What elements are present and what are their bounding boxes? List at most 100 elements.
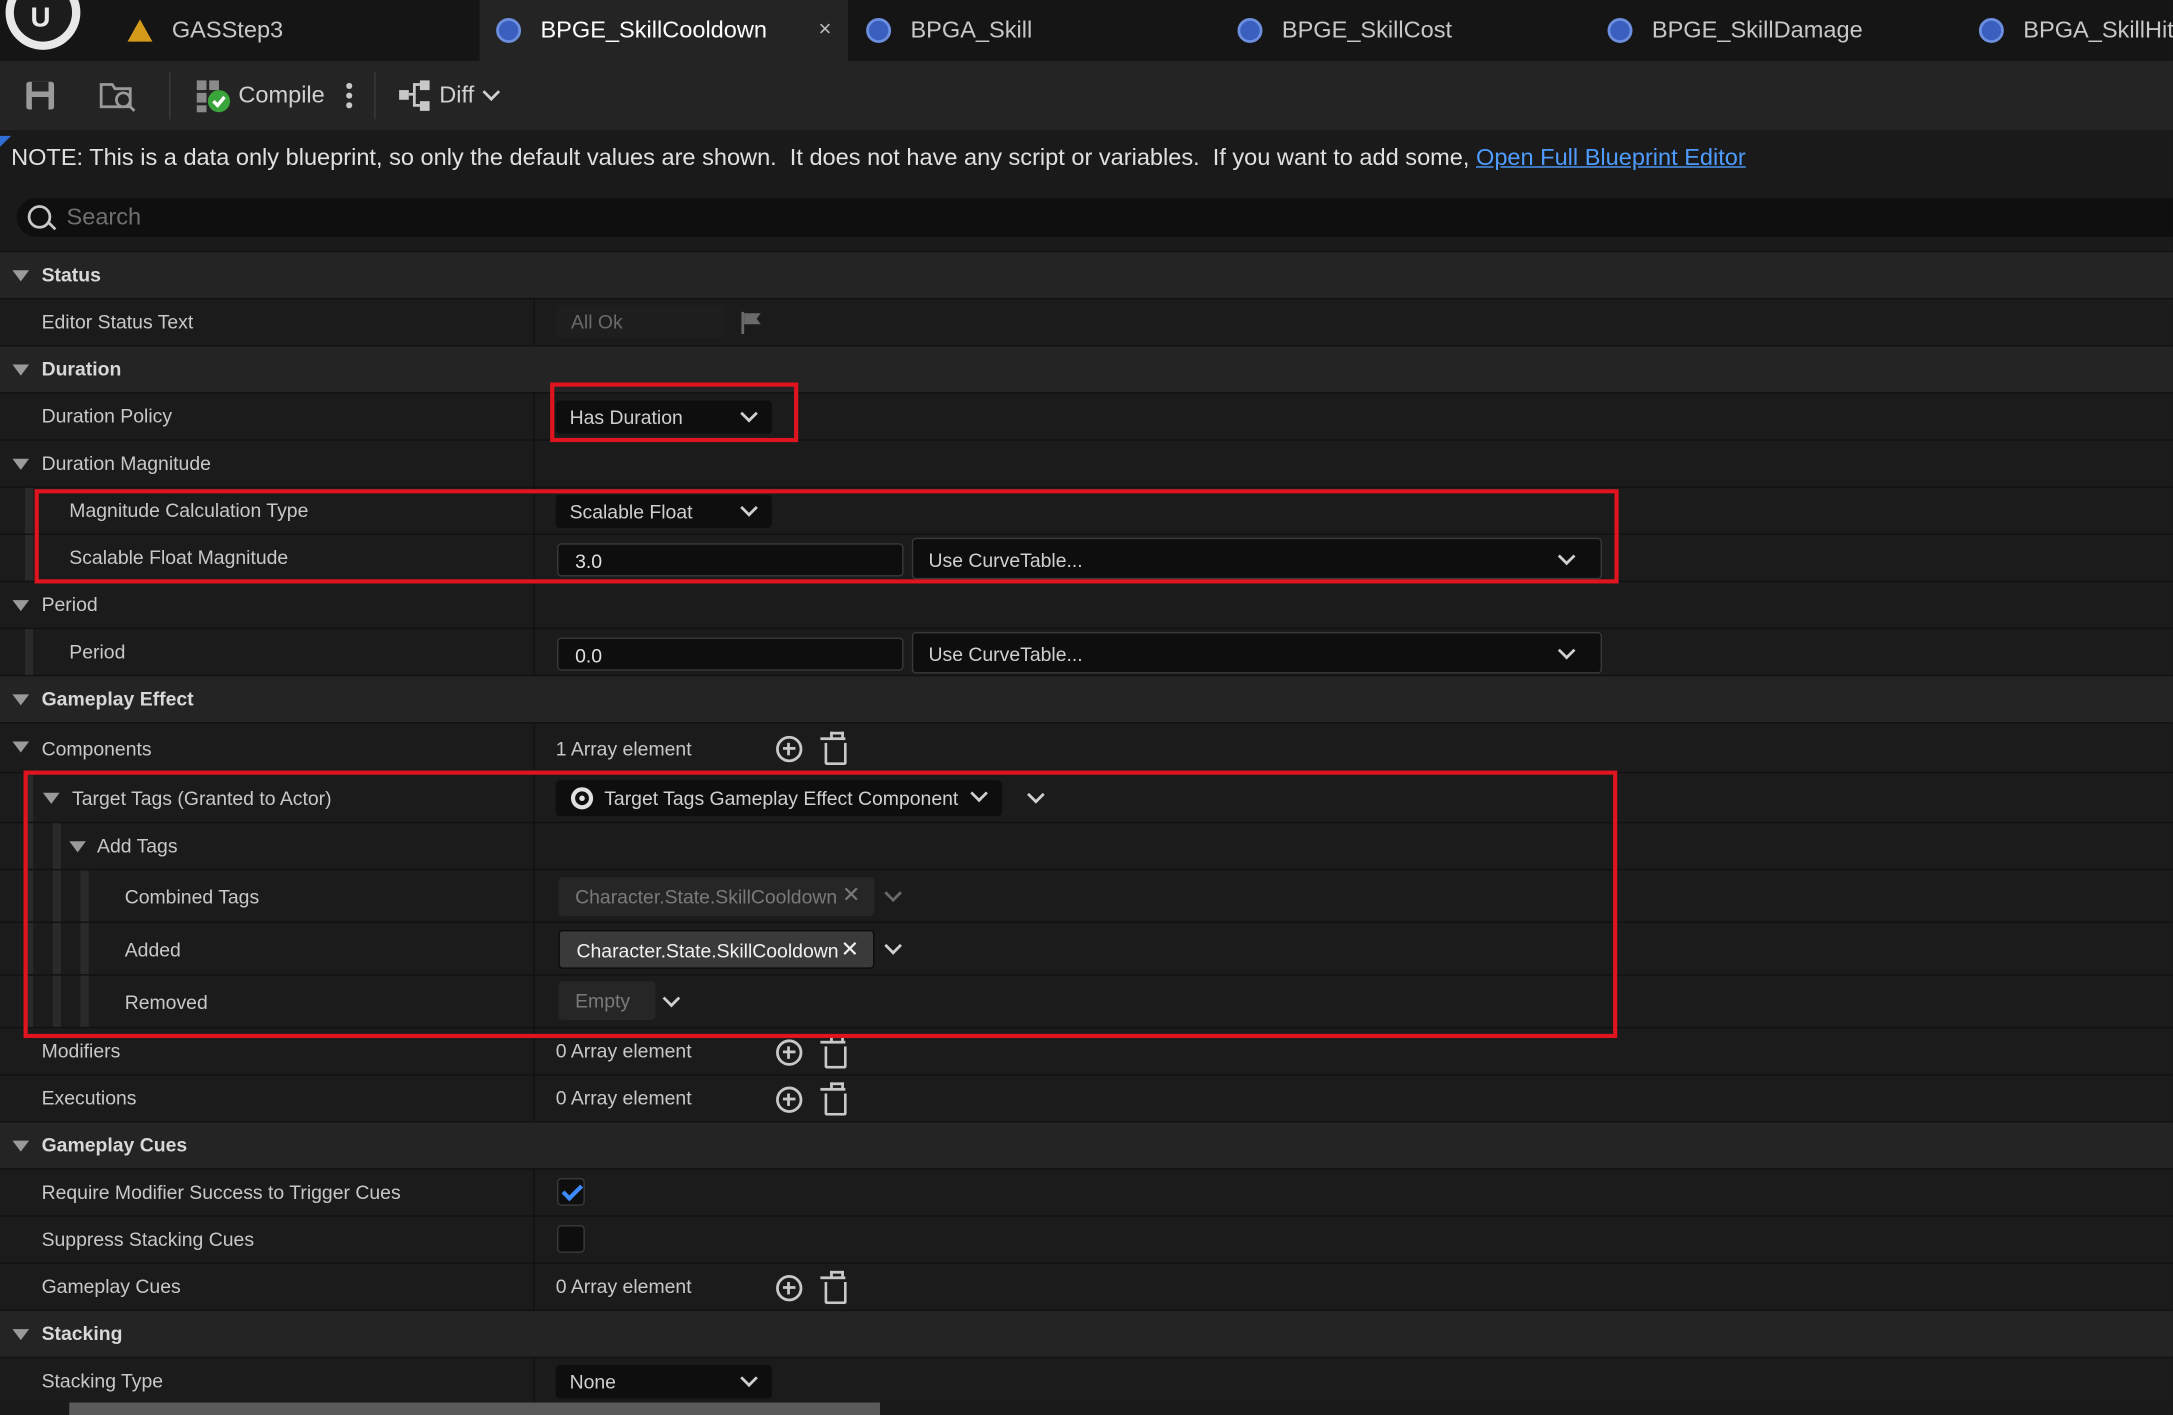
chevron-down-icon[interactable]	[884, 937, 902, 955]
period-input[interactable]: 0.0	[557, 637, 904, 671]
magnitude-calc-type-dropdown[interactable]: Scalable Float	[555, 494, 772, 529]
category-duration[interactable]: Duration	[0, 345, 2173, 393]
diff-button[interactable]: Diff	[396, 61, 501, 130]
array-count: 1 Array element	[555, 737, 692, 760]
require-modifier-checkbox[interactable]	[557, 1178, 585, 1206]
compile-button[interactable]: Compile	[194, 61, 325, 130]
tab-gasstep3[interactable]: GASStep3	[108, 0, 479, 61]
flag-icon[interactable]	[739, 310, 764, 335]
unreal-logo-icon[interactable]: U	[5, 0, 81, 50]
stacking-type-dropdown[interactable]: None	[555, 1365, 772, 1399]
browse-button[interactable]	[97, 61, 139, 130]
column-divider	[533, 870, 535, 922]
component-class-dropdown[interactable]: Target Tags Gameplay Effect Component	[555, 780, 1002, 817]
trash-icon[interactable]	[820, 1270, 847, 1305]
prop-label: Period	[69, 640, 126, 663]
level-warning-icon	[127, 19, 153, 42]
duration-policy-dropdown[interactable]: Has Duration	[555, 400, 772, 434]
prop-editor-status-text: Editor Status Text All Ok	[0, 297, 2173, 346]
save-button[interactable]	[22, 61, 58, 130]
added-tag-chip[interactable]: Character.State.SkillCooldown ✕	[558, 929, 875, 970]
category-gameplay-effect[interactable]: Gameplay Effect	[0, 674, 2173, 723]
blueprint-icon	[1237, 18, 1263, 43]
prop-stacking-type: Stacking Type None	[0, 1356, 2173, 1404]
open-full-editor-link[interactable]: Open Full Blueprint Editor	[1476, 144, 1746, 170]
prop-label: Period	[41, 593, 98, 616]
trash-icon[interactable]	[820, 731, 847, 766]
tab-label: BPGA_Skill	[910, 16, 1033, 43]
curve-table-dropdown[interactable]: Use CurveTable...	[911, 631, 1602, 674]
category-label: Status	[41, 263, 101, 286]
category-gameplay-cues[interactable]: Gameplay Cues	[0, 1121, 2173, 1169]
prop-scalable-float-magnitude: Scalable Float Magnitude 3.0 Use CurveTa…	[0, 533, 2173, 581]
column-divider	[533, 629, 535, 675]
more-options-icon	[346, 82, 353, 109]
search-input[interactable]: Search	[16, 198, 2173, 237]
note-text: NOTE: This is a data only blueprint, so …	[11, 144, 1477, 171]
chevron-down-icon[interactable]	[1027, 785, 1045, 804]
prop-gameplay-cues: Gameplay Cues 0 Array element	[0, 1262, 2173, 1310]
add-element-icon[interactable]	[776, 735, 803, 763]
toolbar: Compile Diff	[0, 60, 2173, 131]
collapse-arrow-icon	[12, 458, 30, 470]
column-divider	[533, 923, 535, 975]
compile-icon	[196, 80, 231, 113]
add-element-icon[interactable]	[776, 1275, 803, 1302]
prop-duration-magnitude[interactable]: Duration Magnitude	[0, 439, 2173, 487]
tab-bpga-skillhit[interactable]: BPGA_SkillHit	[1962, 0, 2173, 61]
dropdown-value: Scalable Float	[569, 500, 693, 523]
collapse-arrow-icon	[42, 792, 60, 804]
prop-label: Scalable Float Magnitude	[69, 546, 289, 569]
suppress-stacking-checkbox[interactable]	[557, 1225, 585, 1253]
category-status[interactable]: Status	[0, 250, 2173, 298]
indent-guide	[24, 534, 34, 581]
horizontal-scrollbar[interactable]	[69, 1402, 880, 1415]
close-icon[interactable]: ×	[819, 18, 832, 43]
prop-modifiers: Modifiers 0 Array element	[0, 1026, 2173, 1075]
prop-label: Components	[41, 737, 152, 760]
prop-target-tags[interactable]: Target Tags (Granted to Actor) Target Ta…	[0, 771, 2173, 822]
scalable-float-input[interactable]: 3.0	[557, 543, 904, 577]
remove-tag-icon[interactable]: ✕	[841, 931, 860, 970]
collapse-arrow-icon	[12, 364, 30, 376]
prop-label: Gameplay Cues	[41, 1275, 181, 1298]
tab-bpge-skillcost[interactable]: BPGE_SkillCost	[1220, 0, 1591, 61]
prop-label: Added	[124, 938, 181, 961]
array-count: 0 Array element	[555, 1039, 692, 1062]
tab-bpge-skillcooldown[interactable]: BPGE_SkillCooldown ×	[479, 0, 849, 61]
chevron-down-icon[interactable]	[662, 989, 681, 1008]
column-divider	[533, 534, 535, 581]
toolbar-separator	[374, 72, 376, 120]
prop-removed: Removed Empty	[0, 974, 2173, 1027]
category-stacking[interactable]: Stacking	[0, 1309, 2173, 1357]
prop-combined-tags: Combined Tags Character.State.SkillCoold…	[0, 868, 2173, 922]
compile-label: Compile	[238, 81, 325, 109]
prop-period-group[interactable]: Period	[0, 580, 2173, 628]
tab-bar: U GASStep3 BPGE_SkillCooldown × BPGA_Ski…	[0, 0, 2173, 61]
removed-empty-chip: Empty	[558, 981, 656, 1021]
category-label: Stacking	[41, 1322, 123, 1345]
collapse-arrow-icon	[12, 741, 30, 753]
dropdown-value: Use CurveTable...	[928, 548, 1083, 571]
prop-components[interactable]: Components 1 Array element	[0, 722, 2173, 772]
compile-options-button[interactable]	[344, 61, 355, 130]
indent-guide	[80, 870, 89, 922]
tab-bpga-skill[interactable]: BPGA_Skill	[848, 0, 1219, 61]
trash-icon[interactable]	[820, 1035, 847, 1069]
column-divider	[533, 823, 535, 869]
dropdown-value: Has Duration	[569, 406, 683, 429]
add-element-icon[interactable]	[776, 1086, 803, 1113]
indent-guide	[52, 870, 61, 922]
blueprint-icon	[866, 18, 892, 43]
chevron-down-icon	[1557, 641, 1576, 660]
trash-icon[interactable]	[820, 1082, 847, 1116]
add-element-icon[interactable]	[776, 1039, 803, 1066]
tab-bpge-skilldamage[interactable]: BPGE_SkillDamage	[1591, 0, 1962, 61]
prop-period: Period 0.0 Use CurveTable...	[0, 627, 2173, 675]
prop-label: Executions	[41, 1086, 137, 1109]
indent-guide	[24, 923, 34, 975]
prop-add-tags[interactable]: Add Tags	[0, 821, 2173, 869]
indent-guide	[24, 773, 34, 822]
curve-table-dropdown[interactable]: Use CurveTable...	[911, 537, 1602, 580]
search-placeholder: Search	[66, 203, 142, 231]
